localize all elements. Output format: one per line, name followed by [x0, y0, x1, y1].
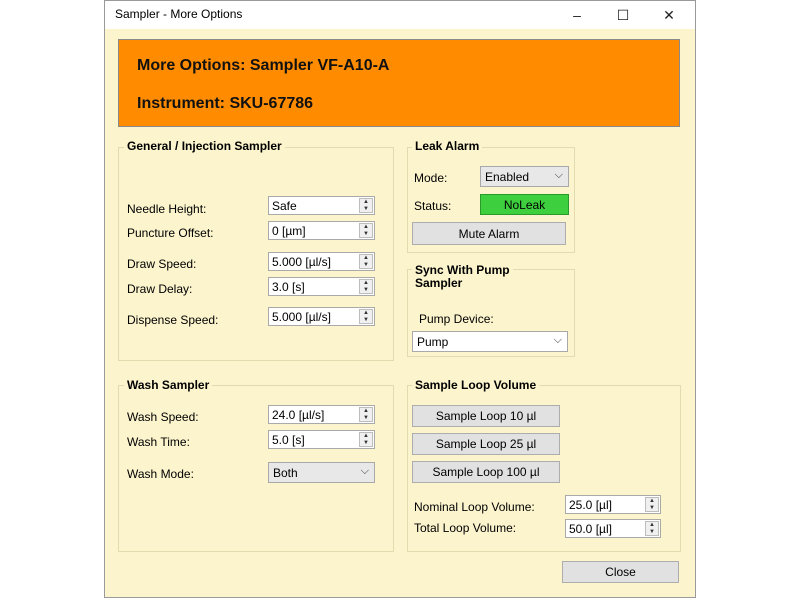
leak-alarm-title: Leak Alarm [412, 140, 483, 153]
leak-mode-label: Mode: [414, 171, 448, 185]
dispense-speed-value: 5.000 [µl/s] [272, 310, 331, 324]
wash-speed-value: 24.0 [µl/s] [272, 408, 325, 422]
wash-speed-label: Wash Speed: [127, 410, 199, 424]
leak-status-badge: NoLeak [480, 194, 569, 215]
puncture-offset-value: 0 [µm] [272, 224, 306, 238]
sample-loop-100-button[interactable]: Sample Loop 100 µl [412, 461, 560, 483]
nominal-loop-volume-spinner[interactable]: 25.0 [µl] ▲ ▼ [565, 495, 661, 514]
wash-group-title: Wash Sampler [124, 379, 213, 392]
wash-time-spinner[interactable]: 5.0 [s] ▲ ▼ [268, 430, 375, 449]
wash-mode-select[interactable]: Both ⌵ [268, 462, 375, 483]
spinner-arrows-icon[interactable]: ▲ ▼ [645, 497, 659, 512]
draw-speed-spinner[interactable]: 5.000 [µl/s] ▲ ▼ [268, 252, 375, 271]
maximize-icon: ☐ [616, 6, 630, 23]
sample-loop-10-button[interactable]: Sample Loop 10 µl [412, 405, 560, 427]
wash-time-label: Wash Time: [127, 435, 190, 449]
nominal-loop-volume-value: 25.0 [µl] [569, 498, 612, 512]
close-window-button[interactable]: ✕ [647, 1, 691, 29]
total-loop-volume-value: 50.0 [µl] [569, 522, 612, 536]
title-bar[interactable]: Sampler - More Options – ☐ ✕ [105, 1, 695, 29]
chevron-down-icon: ⌵ [553, 334, 562, 346]
draw-delay-value: 3.0 [s] [272, 280, 305, 294]
wash-mode-value: Both [273, 466, 298, 480]
puncture-offset-label: Puncture Offset: [127, 226, 214, 240]
banner-instrument-title: Instrument: SKU-67786 [137, 95, 314, 112]
wash-time-value: 5.0 [s] [272, 433, 305, 447]
total-loop-volume-spinner[interactable]: 50.0 [µl] ▲ ▼ [565, 519, 661, 538]
total-loop-volume-label: Total Loop Volume: [414, 521, 517, 535]
general-group-title: General / Injection Sampler [124, 140, 285, 153]
needle-height-spinner[interactable]: Safe ▲ ▼ [268, 196, 375, 215]
window-title: Sampler - More Options [115, 7, 243, 21]
dispense-speed-label: Dispense Speed: [127, 313, 219, 327]
more-options-window: Sampler - More Options – ☐ ✕ More Option… [104, 0, 696, 598]
chevron-down-icon: ⌵ [554, 169, 563, 181]
puncture-offset-spinner[interactable]: 0 [µm] ▲ ▼ [268, 221, 375, 240]
minimize-icon: – [573, 7, 581, 23]
leak-mode-select[interactable]: Enabled ⌵ [480, 166, 569, 187]
maximize-button[interactable]: ☐ [601, 1, 645, 29]
close-button[interactable]: Close [562, 561, 679, 583]
nominal-loop-volume-label: Nominal Loop Volume: [414, 500, 535, 514]
banner-sampler-title: More Options: Sampler VF-A10-A [137, 57, 390, 74]
wash-speed-spinner[interactable]: 24.0 [µl/s] ▲ ▼ [268, 405, 375, 424]
spinner-arrows-icon[interactable]: ▲ ▼ [645, 521, 659, 536]
spinner-arrows-icon[interactable]: ▲ ▼ [359, 432, 373, 447]
pump-device-select[interactable]: Pump ⌵ [412, 331, 568, 352]
spinner-arrows-icon[interactable]: ▲ ▼ [359, 198, 373, 213]
close-icon: ✕ [663, 6, 675, 23]
leak-mode-value: Enabled [485, 170, 530, 184]
pump-device-label: Pump Device: [419, 312, 494, 326]
spinner-arrows-icon[interactable]: ▲ ▼ [359, 279, 373, 294]
wash-mode-label: Wash Mode: [127, 467, 194, 481]
leak-status-label: Status: [414, 199, 452, 213]
draw-delay-label: Draw Delay: [127, 282, 193, 296]
spinner-arrows-icon[interactable]: ▲ ▼ [359, 223, 373, 238]
minimize-button[interactable]: – [555, 1, 599, 29]
draw-delay-spinner[interactable]: 3.0 [s] ▲ ▼ [268, 277, 375, 296]
mute-alarm-button[interactable]: Mute Alarm [412, 222, 566, 245]
pump-device-value: Pump [417, 335, 449, 349]
draw-speed-value: 5.000 [µl/s] [272, 255, 331, 269]
needle-height-value: Safe [272, 199, 297, 213]
chevron-down-icon: ⌵ [360, 465, 369, 477]
spinner-arrows-icon[interactable]: ▲ ▼ [359, 309, 373, 324]
spinner-arrows-icon[interactable]: ▲ ▼ [359, 407, 373, 422]
sample-loop-title: Sample Loop Volume [412, 379, 540, 392]
dispense-speed-spinner[interactable]: 5.000 [µl/s] ▲ ▼ [268, 307, 375, 326]
spinner-arrows-icon[interactable]: ▲ ▼ [359, 254, 373, 269]
sample-loop-25-button[interactable]: Sample Loop 25 µl [412, 433, 560, 455]
sync-group-title-line2: Sampler [412, 277, 466, 290]
draw-speed-label: Draw Speed: [127, 257, 197, 271]
needle-height-label: Needle Height: [127, 202, 207, 216]
header-banner: More Options: Sampler VF-A10-A Instrumen… [118, 39, 680, 127]
